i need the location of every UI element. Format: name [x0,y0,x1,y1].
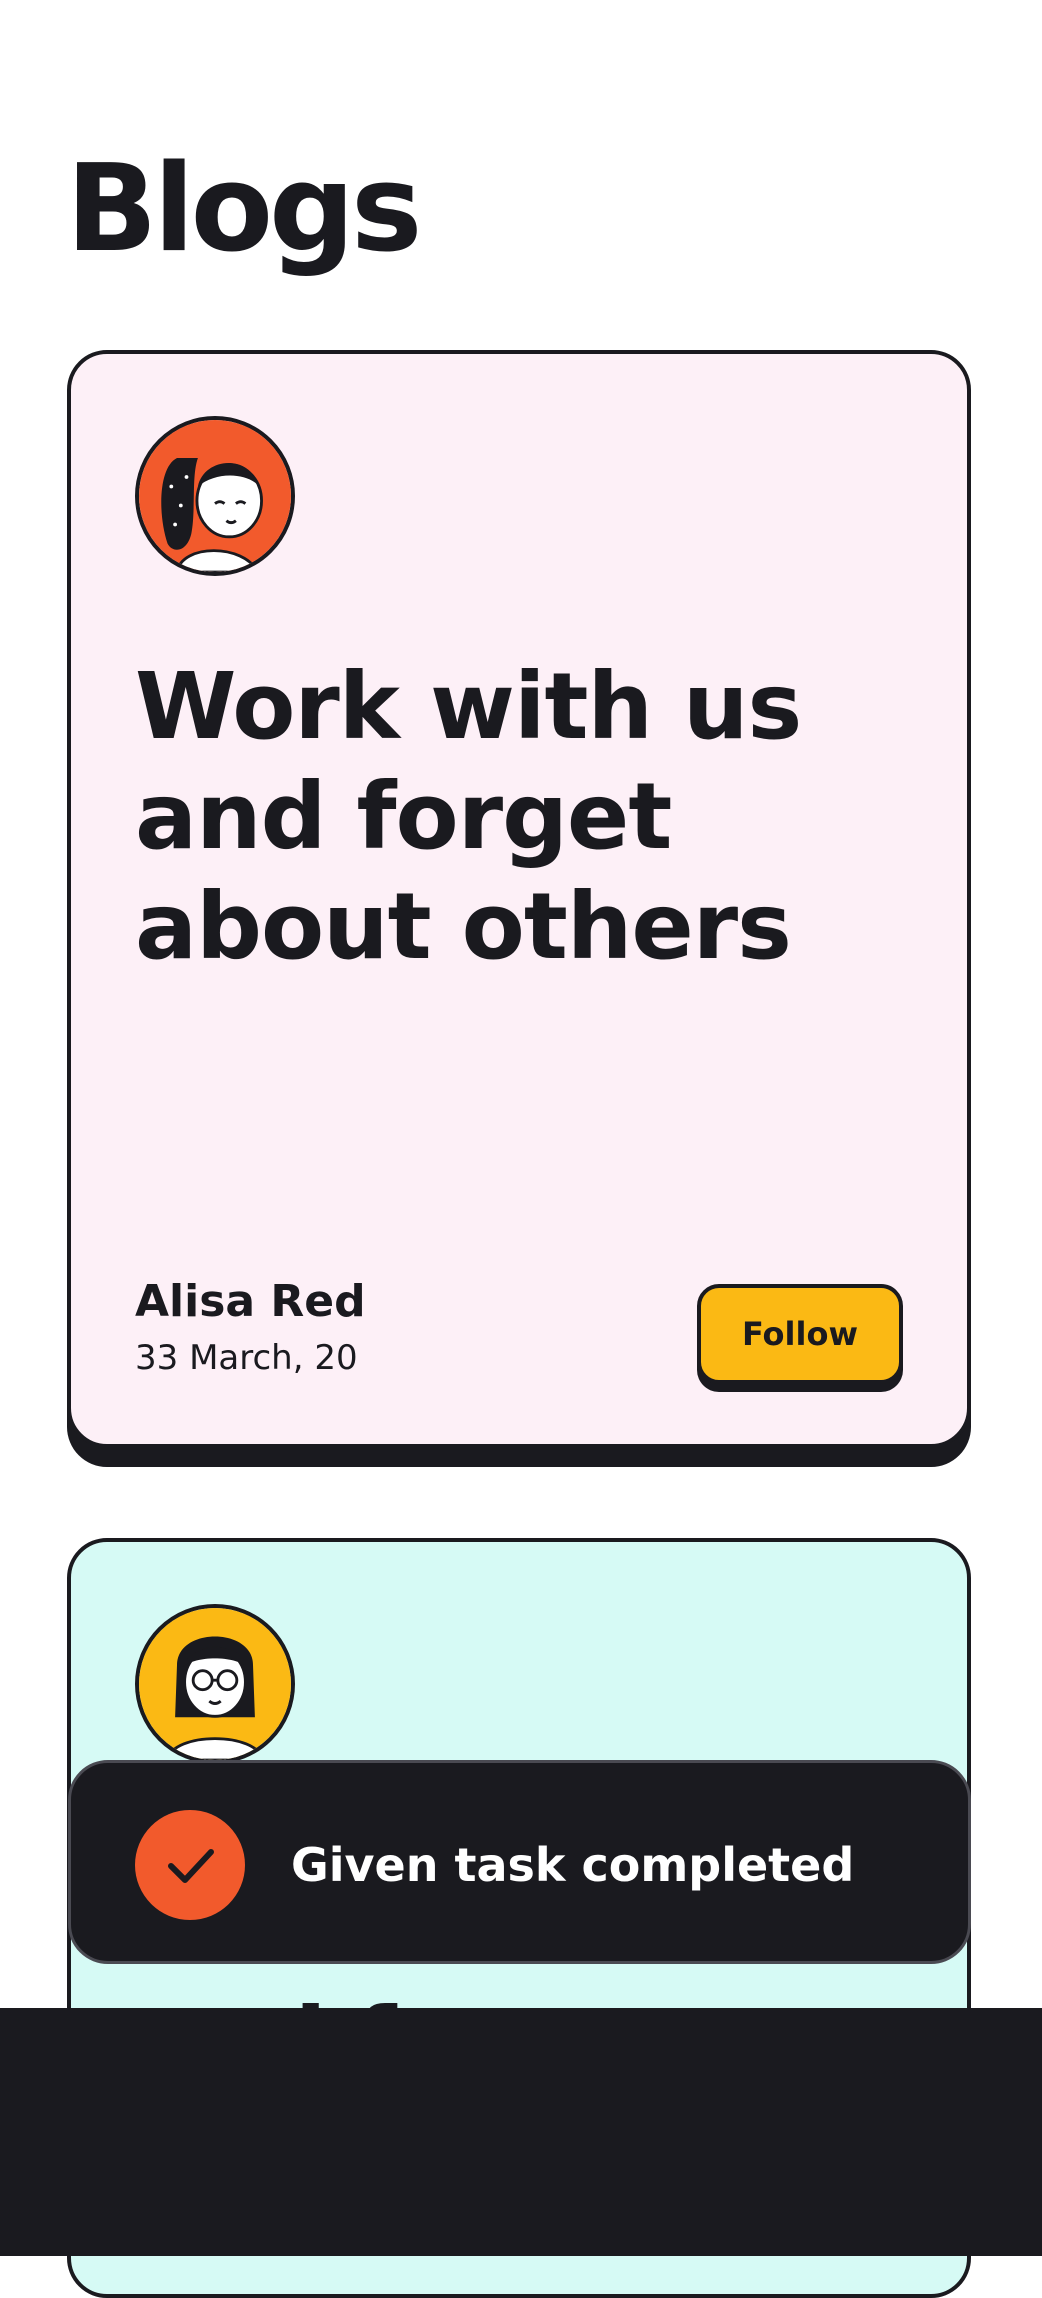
avatar-glasses-girl-icon[interactable] [135,1604,295,1764]
blog-card[interactable]: Work with us and forget about others Ali… [67,350,971,1448]
toast-notification[interactable]: Given task completed [68,1760,971,1964]
check-icon [135,1810,245,1920]
bottom-bar [0,2008,1042,2256]
page-title: Blogs [66,140,422,279]
post-date: 33 March, 20 [135,1338,358,1378]
toast-message: Given task completed [291,1838,855,1892]
post-headline[interactable]: Work with us and forget about others [135,652,915,982]
avatar-ponytail-girl-icon[interactable] [135,416,295,576]
author-name: Alisa Red [135,1276,366,1327]
follow-button[interactable]: Follow [697,1284,903,1384]
